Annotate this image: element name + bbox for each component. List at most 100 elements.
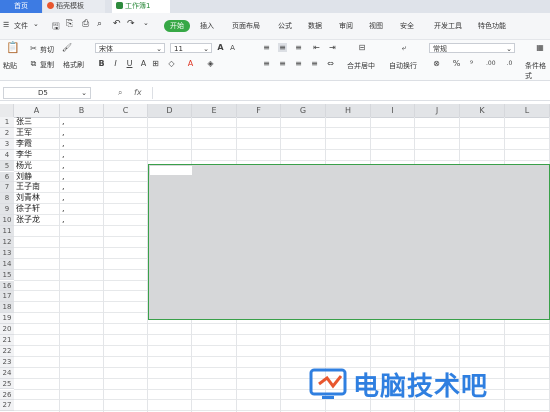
- tab-home[interactable]: 首页: [0, 0, 42, 13]
- row-header-18[interactable]: 18: [0, 302, 14, 314]
- italic-icon[interactable]: I: [111, 59, 120, 68]
- row-header-12[interactable]: 12: [0, 236, 14, 248]
- undo-icon[interactable]: ↶: [113, 19, 121, 29]
- number-format-select[interactable]: 常规 ⌄: [429, 43, 515, 53]
- format-painter-icon[interactable]: 🖌: [61, 43, 73, 55]
- row-header-3[interactable]: 3: [0, 138, 14, 150]
- row-header-1[interactable]: 1: [0, 117, 14, 128]
- column-header-k[interactable]: K: [460, 104, 505, 117]
- font-name-select[interactable]: 宋体 ⌄: [95, 43, 165, 53]
- cell-a8[interactable]: 刘青林: [16, 193, 40, 204]
- cell-a9[interactable]: 徐子轩: [16, 204, 40, 215]
- wrap-text-icon[interactable]: ⤶: [398, 43, 410, 55]
- menu-view[interactable]: 视图: [369, 21, 383, 31]
- row-header-17[interactable]: 17: [0, 291, 14, 303]
- active-cell-d5[interactable]: [150, 166, 192, 175]
- font-size-select[interactable]: 11 ⌄: [170, 43, 212, 53]
- cell-b10[interactable]: ,: [62, 215, 65, 226]
- row-header-20[interactable]: 20: [0, 324, 14, 335]
- cell-b4[interactable]: ,: [62, 150, 65, 161]
- cell-b1[interactable]: ,: [62, 117, 65, 128]
- row-header-24[interactable]: 24: [0, 367, 14, 379]
- copy-button[interactable]: 复制: [40, 60, 54, 70]
- column-header-c[interactable]: C: [104, 104, 148, 117]
- formula-input[interactable]: [152, 87, 549, 99]
- cell-b8[interactable]: ,: [62, 193, 65, 204]
- row-header-26[interactable]: 26: [0, 389, 14, 401]
- distribute-icon[interactable]: ⇔: [326, 59, 335, 68]
- increase-font-icon[interactable]: A: [216, 43, 225, 52]
- indent-decrease-icon[interactable]: ⇤: [312, 43, 321, 52]
- preview-icon[interactable]: ⌕: [97, 19, 102, 29]
- row-header-5[interactable]: 5: [0, 160, 14, 172]
- column-header-f[interactable]: F: [237, 104, 281, 117]
- eraser-icon[interactable]: ◈: [206, 59, 215, 68]
- cell-b6[interactable]: ,: [62, 172, 65, 183]
- conditional-format-button[interactable]: 条件格式: [525, 61, 550, 81]
- cell-a4[interactable]: 李华: [16, 150, 32, 161]
- column-header-l[interactable]: L: [505, 104, 550, 117]
- redo-icon[interactable]: ↷: [127, 19, 135, 29]
- underline-icon[interactable]: U: [125, 59, 134, 68]
- align-middle-icon[interactable]: ≡: [278, 43, 287, 52]
- menu-review[interactable]: 审阅: [339, 21, 353, 31]
- row-header-9[interactable]: 9: [0, 204, 14, 216]
- tab-daoke-template[interactable]: 稻壳模板: [43, 0, 105, 13]
- paste-icon[interactable]: 📋: [6, 42, 20, 55]
- conditional-format-icon[interactable]: ▦: [534, 43, 546, 55]
- cell-a10[interactable]: 张子龙: [16, 215, 40, 226]
- paste-button[interactable]: 粘贴: [3, 61, 17, 71]
- chevron-down-icon[interactable]: ⌄: [33, 20, 39, 28]
- column-header-d[interactable]: D: [148, 104, 192, 117]
- cell-b7[interactable]: ,: [62, 182, 65, 193]
- currency-icon[interactable]: ⊗: [432, 59, 441, 68]
- cell-a5[interactable]: 杨光: [16, 161, 32, 172]
- row-header-27[interactable]: 27: [0, 400, 14, 412]
- menu-start[interactable]: 开始: [164, 20, 190, 32]
- font-color-icon[interactable]: A: [186, 59, 195, 68]
- row-header-19[interactable]: 19: [0, 313, 14, 325]
- selected-range[interactable]: [148, 164, 550, 320]
- menu-developer-tools[interactable]: 开发工具: [434, 21, 462, 31]
- row-header-4[interactable]: 4: [0, 149, 14, 161]
- tab-workbook[interactable]: 工作簿1: [112, 0, 170, 13]
- merge-center-icon[interactable]: ⊟: [356, 43, 368, 55]
- cut-button[interactable]: 剪切: [40, 45, 54, 55]
- row-header-8[interactable]: 8: [0, 193, 14, 205]
- merge-center-button[interactable]: 合并居中: [347, 61, 375, 71]
- thousands-icon[interactable]: ⁹: [467, 59, 476, 68]
- wrap-text-button[interactable]: 自动换行: [389, 61, 417, 71]
- cell-a6[interactable]: 刘静: [16, 172, 32, 183]
- cell-a3[interactable]: 李霞: [16, 139, 32, 150]
- column-header-i[interactable]: I: [371, 104, 415, 117]
- cell-b9[interactable]: ,: [62, 204, 65, 215]
- indent-increase-icon[interactable]: ⇥: [328, 43, 337, 52]
- column-header-a[interactable]: A: [14, 104, 60, 117]
- row-header-11[interactable]: 11: [0, 226, 14, 237]
- align-right-icon[interactable]: ≡: [294, 59, 303, 68]
- fill-color-icon[interactable]: ◇: [167, 59, 176, 68]
- row-header-15[interactable]: 15: [0, 269, 14, 281]
- column-header-e[interactable]: E: [192, 104, 237, 117]
- menu-insert[interactable]: 插入: [200, 21, 214, 31]
- row-header-14[interactable]: 14: [0, 258, 14, 270]
- menu-page-layout[interactable]: 页面布局: [232, 21, 260, 31]
- row-header-13[interactable]: 13: [0, 247, 14, 259]
- fx-button[interactable]: fx: [134, 88, 142, 97]
- menu-special-features[interactable]: 特色功能: [478, 21, 506, 31]
- strikethrough-icon[interactable]: A: [139, 59, 148, 68]
- column-header-j[interactable]: J: [415, 104, 460, 117]
- align-left-icon[interactable]: ≡: [262, 59, 271, 68]
- row-header-2[interactable]: 2: [0, 127, 14, 139]
- menu-security[interactable]: 安全: [400, 21, 414, 31]
- align-bottom-icon[interactable]: ≡: [294, 43, 303, 52]
- row-header-6[interactable]: 6: [0, 171, 14, 183]
- export-icon[interactable]: ⎘: [66, 19, 73, 29]
- cell-b3[interactable]: ,: [62, 139, 65, 150]
- align-center-icon[interactable]: ≡: [278, 59, 287, 68]
- column-header-b[interactable]: B: [60, 104, 104, 117]
- cell-a7[interactable]: 王子南: [16, 182, 40, 193]
- scissors-icon[interactable]: ✂: [29, 44, 38, 53]
- column-header-g[interactable]: G: [281, 104, 326, 117]
- row-header-22[interactable]: 22: [0, 345, 14, 357]
